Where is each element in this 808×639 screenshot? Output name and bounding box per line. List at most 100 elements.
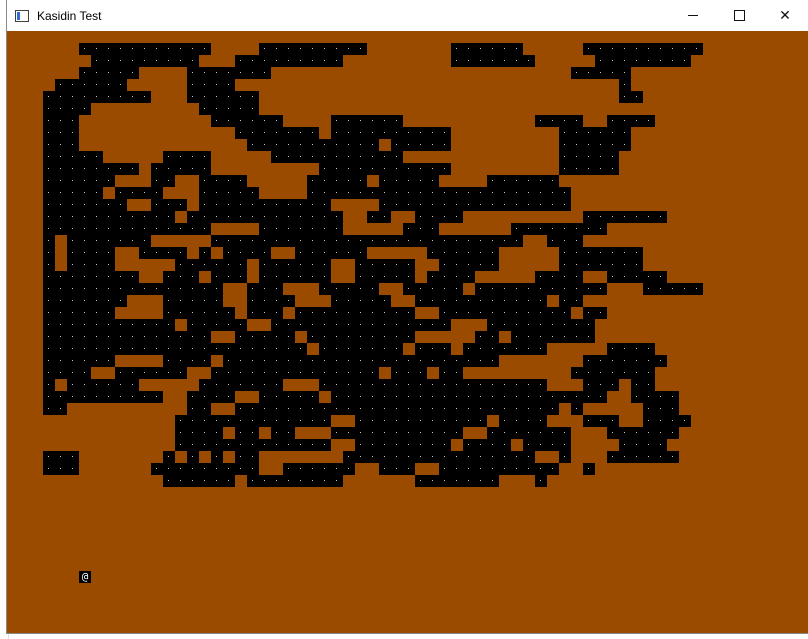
floor-tile [619,91,631,103]
floor-tile [79,223,91,235]
floor-tile [271,259,283,271]
floor-tile [259,379,271,391]
floor-tile [619,115,631,127]
floor-tile [139,43,151,55]
floor-tile [535,199,547,211]
floor-tile [211,475,223,487]
floor-tile [451,187,463,199]
floor-tile [559,259,571,271]
floor-tile [67,79,79,91]
floor-tile [475,331,487,343]
floor-tile [379,127,391,139]
floor-tile [175,331,187,343]
floor-tile [163,199,175,211]
floor-tile [211,175,223,187]
floor-tile [367,355,379,367]
floor-tile [79,343,91,355]
floor-tile [379,199,391,211]
floor-tile [523,295,535,307]
floor-tile [271,439,283,451]
floor-tile [91,259,103,271]
floor-tile [439,415,451,427]
floor-tile [295,55,307,67]
floor-tile [211,199,223,211]
floor-tile [403,223,415,235]
floor-tile [187,475,199,487]
maximize-button[interactable] [716,0,762,31]
floor-tile [283,415,295,427]
floor-tile [115,295,127,307]
floor-tile [211,187,223,199]
floor-tile [259,127,271,139]
floor-tile [451,403,463,415]
floor-tile [607,379,619,391]
floor-tile [235,55,247,67]
floor-tile [151,187,163,199]
floor-tile [187,451,199,463]
floor-tile [367,367,379,379]
floor-tile [547,403,559,415]
floor-tile [211,103,223,115]
floor-tile [79,307,91,319]
floor-tile [439,259,451,271]
game-window[interactable]: Kasidin Test ✕ @ [7,0,808,633]
floor-tile [487,343,499,355]
floor-tile [319,379,331,391]
floor-tile [559,223,571,235]
floor-tile [115,223,127,235]
floor-tile [295,391,307,403]
floor-tile [247,331,259,343]
floor-tile [427,175,439,187]
floor-tile [91,235,103,247]
floor-tile [415,367,427,379]
floor-tile [175,367,187,379]
floor-tile [511,235,523,247]
floor-tile [427,379,439,391]
floor-tile [691,43,703,55]
floor-tile [523,439,535,451]
floor-tile [271,391,283,403]
floor-tile [511,43,523,55]
floor-tile [463,343,475,355]
floor-tile [379,187,391,199]
floor-tile [343,403,355,415]
floor-tile [223,79,235,91]
floor-tile [595,391,607,403]
floor-tile [355,355,367,367]
floor-tile [187,151,199,163]
floor-tile [535,391,547,403]
floor-tile [79,259,91,271]
floor-tile [187,343,199,355]
floor-tile [247,235,259,247]
floor-tile [199,151,211,163]
floor-tile [175,283,187,295]
floor-tile [307,187,319,199]
floor-tile [451,355,463,367]
floor-tile [355,427,367,439]
floor-tile [559,439,571,451]
floor-tile [247,103,259,115]
floor-tile [439,379,451,391]
close-button[interactable]: ✕ [762,0,808,31]
floor-tile [391,151,403,163]
floor-tile [103,379,115,391]
floor-tile [355,367,367,379]
floor-tile [559,187,571,199]
floor-tile [691,283,703,295]
app-icon [15,9,29,22]
floor-tile [103,67,115,79]
floor-tile [67,91,79,103]
floor-tile [571,331,583,343]
floor-tile [463,43,475,55]
floor-tile [463,307,475,319]
floor-tile [187,211,199,223]
floor-tile [643,439,655,451]
floor-tile [655,43,667,55]
floor-tile [103,391,115,403]
title-bar[interactable]: Kasidin Test ✕ [7,0,808,31]
floor-tile [343,331,355,343]
floor-tile [319,307,331,319]
minimize-button[interactable] [670,0,716,31]
floor-tile [583,139,595,151]
floor-tile [115,187,127,199]
